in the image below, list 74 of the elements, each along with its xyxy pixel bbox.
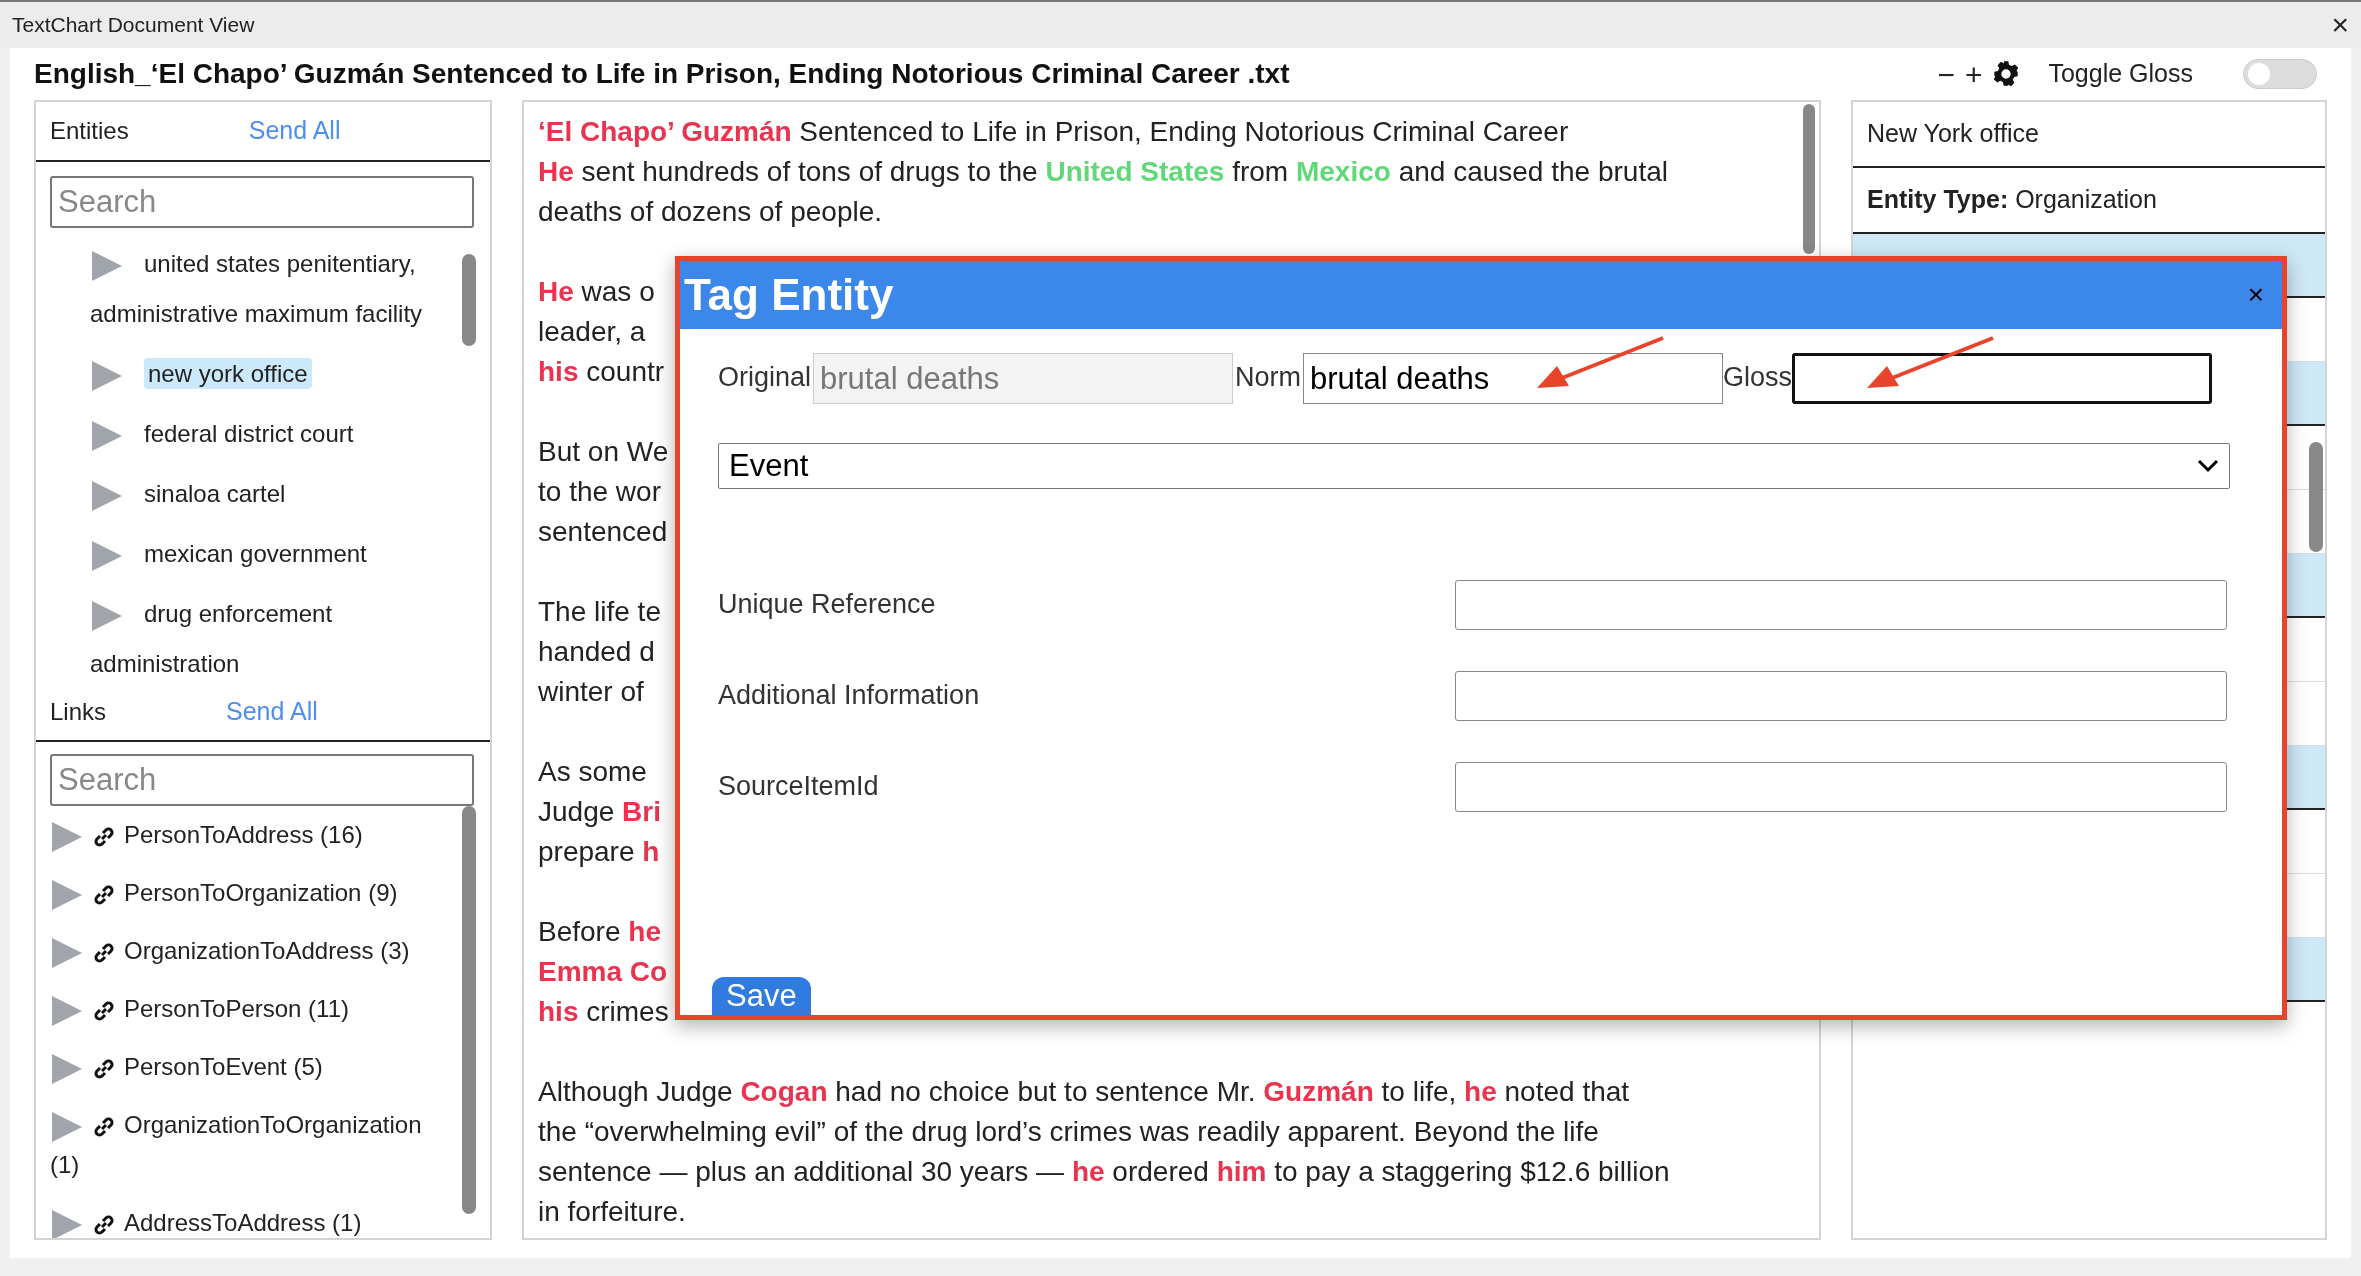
expand-icon[interactable] <box>50 1207 84 1238</box>
expand-icon[interactable] <box>50 1051 84 1086</box>
document-title: English_‘El Chapo’ Guzmán Sentenced to Life in Prison, Ending Notorious Criminal Career .txt <box>34 57 1290 91</box>
link-icon <box>92 882 116 907</box>
tree-item[interactable]: drug enforcement administration <box>50 584 446 684</box>
expand-icon[interactable] <box>90 358 124 393</box>
link-icon <box>92 824 116 849</box>
paragraph: ‘El Chapo’ Guzmán Sentenced to Life in Prison, Ending Notorious Criminal Career He sent hundreds of tons of drugs to the United States from Mexico and caused the brutal deaths of dozens of people. <box>538 115 1668 229</box>
panel-header: Links <box>50 697 107 727</box>
chevron-icon <box>2197 459 2219 473</box>
input-field[interactable] <box>1455 761 2227 812</box>
expand-icon[interactable] <box>90 598 124 633</box>
tree-item[interactable]: OrganizationToOrganization (1) <box>50 1096 446 1194</box>
close-button[interactable]: × <box>2243 281 2268 309</box>
window-title: TextChart Document View <box>12 12 255 39</box>
expand-icon[interactable] <box>90 478 124 513</box>
detail-text: Entity Type: Organization <box>1867 184 2157 216</box>
field-label: Original <box>718 361 812 394</box>
close-button[interactable]: × <box>2331 10 2349 40</box>
dialog-title: Tag Entity <box>684 268 894 321</box>
field-label: SourceItemId <box>718 770 880 804</box>
input-field[interactable] <box>1455 670 2227 721</box>
tree-item[interactable]: federal district court <box>50 404 446 464</box>
toggle-switch[interactable] <box>2243 59 2317 89</box>
link-icon <box>92 998 116 1023</box>
field-label: Gloss <box>1723 361 1793 394</box>
scrollbar[interactable] <box>462 806 476 1214</box>
zoom-out-button[interactable]: − <box>1937 51 1955 97</box>
zoom-in-button[interactable]: + <box>1964 51 1983 97</box>
paragraph: He was o leader, a his countr <box>538 275 665 389</box>
scrollbar[interactable] <box>1803 104 1815 254</box>
save-button[interactable]: Save <box>712 977 811 1015</box>
tree-item[interactable]: sinaloa cartel <box>50 464 446 524</box>
expand-icon[interactable] <box>90 418 124 453</box>
gloss-field[interactable] <box>1792 353 2213 404</box>
paragraph: As some Judge Bri prepare h <box>538 755 661 869</box>
norm-field[interactable]: brutal deaths <box>1303 353 1724 404</box>
link-icon <box>92 1114 116 1139</box>
expand-icon[interactable] <box>50 819 84 854</box>
tree-item[interactable]: PersonToEvent (5) <box>50 1038 446 1096</box>
tree-item[interactable]: PersonToOrganization (9) <box>50 864 446 922</box>
field-label: Norm <box>1235 361 1302 394</box>
scrollbar[interactable] <box>2309 442 2323 552</box>
type-dropdown[interactable]: Event <box>718 443 2230 489</box>
dropdown-value: Event <box>729 446 809 485</box>
search-field[interactable]: Search <box>50 176 474 228</box>
tree-item[interactable]: mexican government <box>50 524 446 584</box>
tree-item[interactable]: AddressToAddress (1) <box>50 1194 446 1238</box>
input-field[interactable] <box>1455 579 2227 630</box>
tree-item[interactable]: new york office <box>50 344 446 404</box>
paragraph: Although Judge Cogan had no choice but to sentence Mr. Guzmán to life, he noted that the “overwhelming evil” of the drug lord’s crimes was readily apparent. Beyond the life sentence — plus an additional 30 years — he ordered him to pay a staggering $12.6 billion in forfeiture. <box>538 1075 1670 1229</box>
settings-icon[interactable] <box>1992 60 2021 88</box>
link-icon <box>92 1056 116 1081</box>
scrollbar[interactable] <box>462 254 476 346</box>
tree-item[interactable]: PersonToAddress (16) <box>50 806 446 864</box>
search-field[interactable]: Search <box>50 754 474 806</box>
expand-icon[interactable] <box>50 877 84 912</box>
expand-icon[interactable] <box>50 935 84 970</box>
panel-header: Entities <box>50 116 129 146</box>
detail-text: New York office <box>1867 118 2039 150</box>
toggle-label: Toggle Gloss <box>2048 58 2193 90</box>
field-label: Unique Reference <box>718 588 937 622</box>
paragraph: Before he Emma Co his crimes <box>538 915 669 1029</box>
paragraph: But on We to the wor sentenced <box>538 435 669 549</box>
field-label: Additional Information <box>718 679 981 713</box>
tree-item[interactable]: PersonToPerson (11) <box>50 980 446 1038</box>
expand-icon[interactable] <box>50 1109 84 1144</box>
expand-icon[interactable] <box>90 248 124 283</box>
paragraph: The life te handed d winter of <box>538 595 661 709</box>
tree-item[interactable]: OrganizationToAddress (3) <box>50 922 446 980</box>
link-icon <box>92 940 116 965</box>
link-icon <box>92 1212 116 1237</box>
expand-icon[interactable] <box>90 538 124 573</box>
expand-icon[interactable] <box>50 993 84 1028</box>
